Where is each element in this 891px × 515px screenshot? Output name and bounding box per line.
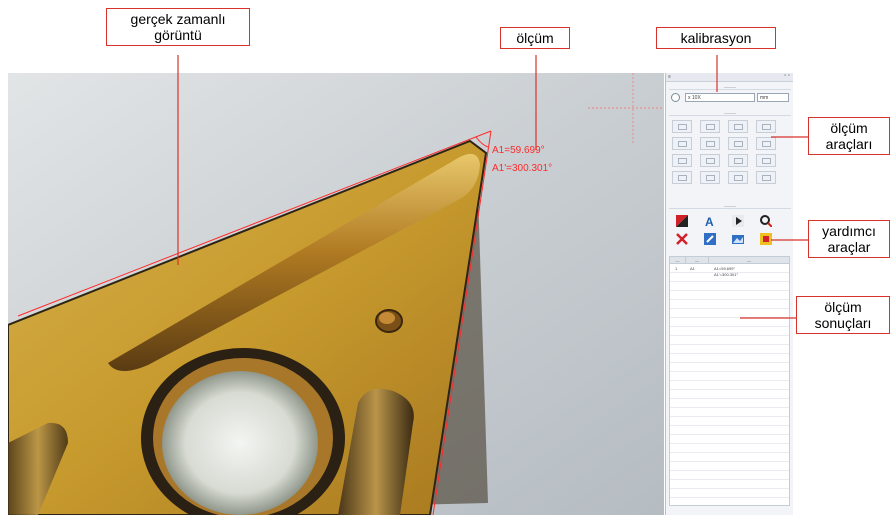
callout-measure-tools-line2: araçları	[825, 136, 873, 152]
circle-tool-icon[interactable]	[700, 154, 720, 167]
svg-text:A: A	[705, 215, 714, 227]
control-panel: ≡ ▫ ▫ ——— x 10X mm ——— ——— A — — — 1 A1 …	[665, 73, 793, 515]
result-value-1: A1=59.699°	[714, 266, 736, 271]
callout-aux-tools: yardımcı araçlar	[808, 220, 890, 258]
panel-titlebar: ≡ ▫ ▫	[666, 73, 793, 82]
callout-measure-tools: ölçüm araçları	[808, 117, 890, 155]
polygon-tool-icon[interactable]	[672, 171, 692, 184]
aux-tools-section-header: ———	[669, 203, 791, 209]
angle-readout-2: A1'=300.301°	[492, 163, 552, 174]
unit-select[interactable]: mm	[757, 93, 789, 102]
export-icon[interactable]	[756, 231, 776, 247]
callout-calibration: kalibrasyon	[656, 27, 776, 49]
parallel-tool-icon[interactable]	[672, 137, 692, 150]
font-tool-icon[interactable]: A	[700, 213, 720, 229]
callout-aux-tools-line2: araçlar	[827, 239, 871, 255]
microscope-image: A1=59.699° A1'=300.301°	[8, 73, 664, 515]
measure-tools-section-header: ———	[669, 110, 791, 116]
rectangle-tool-icon[interactable]	[756, 137, 776, 150]
zoom-icon[interactable]	[756, 213, 776, 229]
play-icon[interactable]	[728, 213, 748, 229]
horizontal-line-tool-icon[interactable]	[700, 120, 720, 133]
distance-tool-icon[interactable]	[700, 137, 720, 150]
edit-icon[interactable]	[700, 231, 720, 247]
callout-measure-tools-line1: ölçüm	[830, 120, 868, 136]
aux-tools-grid: A	[672, 213, 776, 247]
calibration-section-header: ———	[669, 84, 791, 90]
callout-results-line1: ölçüm	[824, 299, 862, 315]
text-tool-icon[interactable]	[756, 171, 776, 184]
callout-live-image-line2: görüntü	[154, 27, 202, 43]
concentric-tool-icon[interactable]	[728, 154, 748, 167]
results-col-index: —	[670, 257, 686, 263]
angle-tool-icon[interactable]	[728, 137, 748, 150]
callout-results-line2: sonuçları	[814, 315, 872, 331]
calibration-refresh-icon[interactable]	[671, 93, 680, 102]
callout-live-image: gerçek zamanlı görüntü	[106, 8, 250, 46]
color-tool-icon[interactable]	[672, 213, 692, 229]
angle-readout-1: A1=59.699°	[492, 145, 545, 156]
results-table-header: — — —	[669, 256, 790, 264]
callout-aux-tools-line1: yardımcı	[822, 223, 876, 239]
ellipse-tool-icon[interactable]	[756, 154, 776, 167]
image-icon[interactable]	[728, 231, 748, 247]
calibration-row: x 10X mm	[669, 92, 790, 104]
callout-live-image-line1: gerçek zamanlı	[130, 11, 226, 27]
callout-measurement: ölçüm	[500, 27, 570, 49]
panel-window-controls[interactable]: ▫ ▫	[784, 73, 790, 79]
result-value-2: A1'=300.301°	[714, 272, 739, 277]
crosshair-tool-icon[interactable]	[756, 120, 776, 133]
arc-tool-icon[interactable]	[672, 154, 692, 167]
result-name: A1	[690, 266, 695, 271]
results-table[interactable]: 1 A1 A1=59.699° A1'=300.301°	[669, 264, 790, 506]
results-col-value: —	[747, 258, 751, 263]
point-tool-icon[interactable]	[700, 171, 720, 184]
panel-menu-icon[interactable]: ≡	[668, 74, 671, 80]
result-index: 1	[675, 266, 678, 271]
measure-tools-grid	[672, 120, 776, 184]
count-tool-icon[interactable]	[728, 171, 748, 184]
calibration-select[interactable]: x 10X	[685, 93, 755, 102]
live-image-view[interactable]: A1=59.699° A1'=300.301°	[8, 73, 664, 515]
vertical-line-tool-icon[interactable]	[728, 120, 748, 133]
delete-icon[interactable]	[672, 231, 692, 247]
results-col-name: —	[686, 257, 709, 263]
line-tool-icon[interactable]	[672, 120, 692, 133]
callout-results: ölçüm sonuçları	[796, 296, 890, 334]
